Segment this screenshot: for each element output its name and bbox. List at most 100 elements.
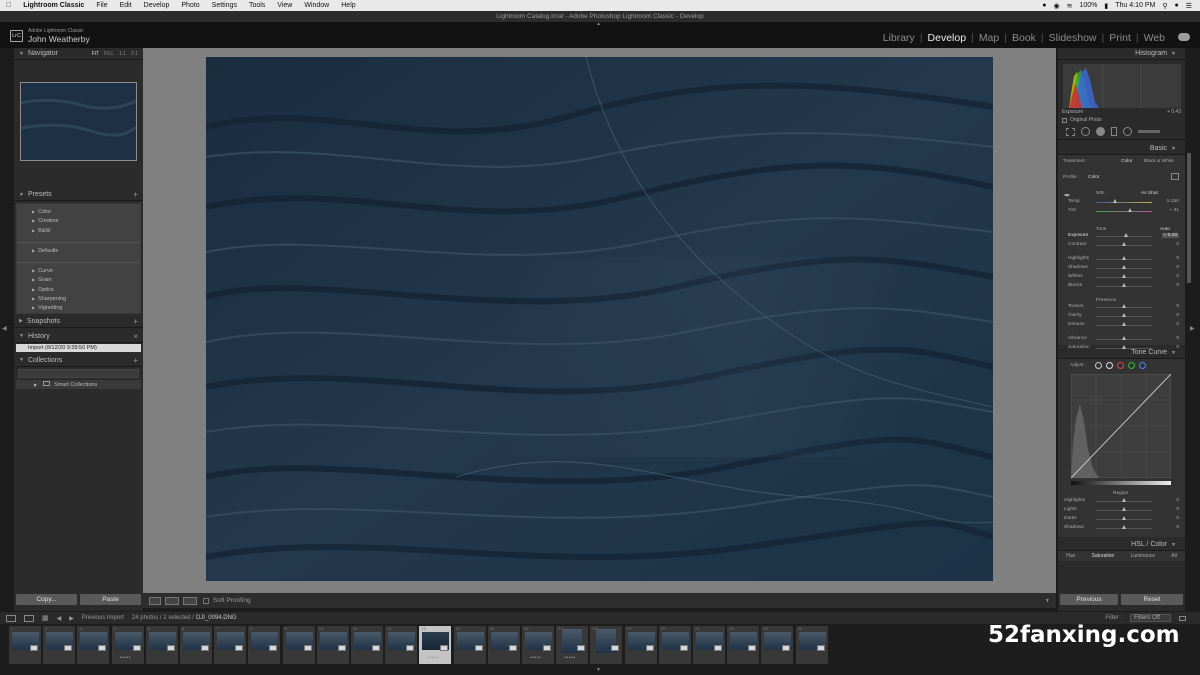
add-collection-icon[interactable]: + <box>133 356 138 365</box>
paste-button[interactable]: Paste <box>80 594 141 605</box>
zoom-2-1[interactable]: 2:1 <box>131 51 138 57</box>
preset-group-creative[interactable]: ▶ Creative <box>17 216 140 226</box>
radial-filter-icon[interactable] <box>1123 127 1132 136</box>
filmstrip-thumbnail[interactable]: 3 <box>77 626 110 664</box>
filmstrip-thumbnail[interactable]: 17 ••••• <box>556 626 589 664</box>
filmstrip-thumbnail[interactable]: 16 ••••• <box>522 626 554 664</box>
menu-file[interactable]: File <box>90 2 113 9</box>
histogram-chart[interactable] <box>1063 64 1181 108</box>
module-map[interactable]: Map <box>974 32 1004 44</box>
preset-group-vignetting[interactable]: ▶ Vignetting <box>17 303 140 313</box>
navigator-preview[interactable] <box>20 82 138 161</box>
rating-stars-icon[interactable]: ••••• <box>564 655 575 661</box>
menu-view[interactable]: View <box>271 2 298 9</box>
wb-select[interactable]: As Shot <box>1141 191 1158 196</box>
tone-curve-header[interactable]: Tone Curve ▼ <box>1058 347 1185 359</box>
curve-split-bar[interactable] <box>1071 481 1171 485</box>
slider-knob-exposure[interactable] <box>1124 233 1129 237</box>
wifi-icon[interactable]: ≋ <box>1067 2 1073 10</box>
slider-value-clarity[interactable]: 0 <box>1176 313 1179 318</box>
original-photo-row[interactable]: Original Photo <box>1058 116 1185 124</box>
filmstrip-thumbnail[interactable]: 23 <box>761 626 794 664</box>
menu-develop[interactable]: Develop <box>138 2 176 9</box>
filmstrip-thumbnail[interactable]: 19 <box>624 626 657 664</box>
menu-edit[interactable]: Edit <box>114 2 138 9</box>
preset-group-defaults[interactable]: ▶ Defaults <box>17 245 140 256</box>
loupe-view-icon[interactable] <box>149 596 161 605</box>
parametric-curve-icon[interactable] <box>1095 362 1102 369</box>
menu-settings[interactable]: Settings <box>206 2 243 9</box>
filmstrip-thumbnail[interactable]: 18 <box>590 626 623 664</box>
slider-knob-texture[interactable] <box>1121 304 1126 308</box>
slider-value-contrast[interactable]: 0 <box>1176 242 1179 247</box>
top-panel-toggle-icon[interactable]: ▲ <box>596 21 601 27</box>
rating-stars-icon[interactable]: ••••• <box>530 655 541 661</box>
previous-button[interactable]: Previous <box>1060 594 1118 605</box>
before-after-options-icon[interactable] <box>183 596 197 605</box>
curve-slider-knob-shadows[interactable] <box>1121 525 1126 529</box>
curve-slider-knob-lights[interactable] <box>1121 507 1126 511</box>
battery-icon[interactable]: ▮ <box>1104 2 1108 10</box>
menu-window[interactable]: Window <box>298 2 335 9</box>
second-window-icon[interactable] <box>24 614 34 622</box>
curve-slider-value-highlights[interactable]: 0 <box>1176 498 1179 503</box>
reset-button[interactable]: Reset <box>1121 594 1183 605</box>
left-panel-toggle-icon[interactable]: ◀ <box>2 325 7 332</box>
filmstrip-source[interactable]: Previous Import <box>82 615 124 621</box>
preset-group-color[interactable]: ▶ Color <box>17 207 140 217</box>
main-window-icon[interactable] <box>6 614 16 622</box>
original-photo-checkbox[interactable] <box>1062 117 1067 123</box>
preset-group-sharpening[interactable]: ▶ Sharpening <box>17 294 140 304</box>
filmstrip-thumbnail[interactable]: 20 <box>658 626 691 664</box>
filmstrip-filename[interactable]: DJI_0094.DNG <box>196 615 237 621</box>
slider-track-tint[interactable] <box>1096 211 1152 212</box>
right-panel-toggle-icon[interactable]: ▶ <box>1190 325 1195 332</box>
filmstrip-thumbnail[interactable]: 11 <box>351 626 383 664</box>
auto-tone-button[interactable]: Auto <box>1160 227 1170 232</box>
module-library[interactable]: Library <box>878 32 920 44</box>
slider-knob-temp[interactable] <box>1113 199 1118 203</box>
menu-help[interactable]: Help <box>335 2 361 9</box>
slider-value-blacks[interactable]: 0 <box>1176 283 1179 288</box>
filmstrip-thumbnail[interactable]: 12 <box>385 626 418 664</box>
filter-select[interactable]: Filters Off <box>1130 614 1171 622</box>
blue-channel-icon[interactable] <box>1139 362 1146 369</box>
filmstrip-thumbnail[interactable]: 22 <box>727 626 760 664</box>
red-eye-icon[interactable] <box>1096 127 1105 136</box>
red-channel-icon[interactable] <box>1117 362 1124 369</box>
clock-text[interactable]: Thu 4:10 PM <box>1115 2 1155 9</box>
filter-lock-icon[interactable] <box>1179 615 1186 621</box>
history-step[interactable]: Import (8/12/20 9:39:50 PM) <box>16 343 141 352</box>
curve-slider-knob-highlights[interactable] <box>1121 498 1126 502</box>
slider-knob-tint[interactable] <box>1128 208 1133 212</box>
menu-photo[interactable]: Photo <box>175 2 205 9</box>
treatment-color[interactable]: Color <box>1121 159 1132 164</box>
soft-proofing-checkbox[interactable] <box>203 597 209 604</box>
grid-view-icon[interactable]: ▦ <box>42 614 49 622</box>
graduated-filter-icon[interactable] <box>1111 127 1117 136</box>
record-icon[interactable]: ● <box>1042 2 1046 9</box>
cloud-sync-icon[interactable] <box>1178 33 1190 41</box>
main-photo[interactable] <box>206 57 993 581</box>
history-header[interactable]: ▼ History × <box>14 331 143 343</box>
zoom-fill[interactable]: FILL <box>104 51 114 57</box>
slider-value-whites[interactable]: 0 <box>1176 274 1179 279</box>
tone-curve-graph[interactable] <box>1071 374 1171 478</box>
filmstrip-thumbnail[interactable]: 9 <box>282 626 315 664</box>
slider-knob-whites[interactable] <box>1121 274 1126 278</box>
curve-slider-knob-darks[interactable] <box>1121 516 1126 520</box>
slider-knob-shadows[interactable] <box>1121 265 1126 269</box>
zoom-fit[interactable]: FIT <box>92 51 100 57</box>
profile-select[interactable]: Color <box>1088 175 1099 180</box>
preset-group-optics[interactable]: ▶ Optics <box>17 284 140 295</box>
collection-filter-input[interactable] <box>18 368 139 378</box>
hsl-tab-all[interactable]: All <box>1171 551 1177 561</box>
slider-knob-dehaze[interactable] <box>1121 322 1126 326</box>
slider-knob-highlights[interactable] <box>1121 256 1126 260</box>
point-curve-icon[interactable] <box>1106 362 1113 369</box>
filmstrip-thumbnail[interactable]: 4 ••••• <box>111 626 144 664</box>
preset-group-curve[interactable]: ▶ Curve <box>17 266 140 276</box>
profile-browser-icon[interactable] <box>1171 173 1179 180</box>
slider-track-temp[interactable] <box>1096 202 1152 203</box>
spot-removal-icon[interactable] <box>1081 127 1090 136</box>
